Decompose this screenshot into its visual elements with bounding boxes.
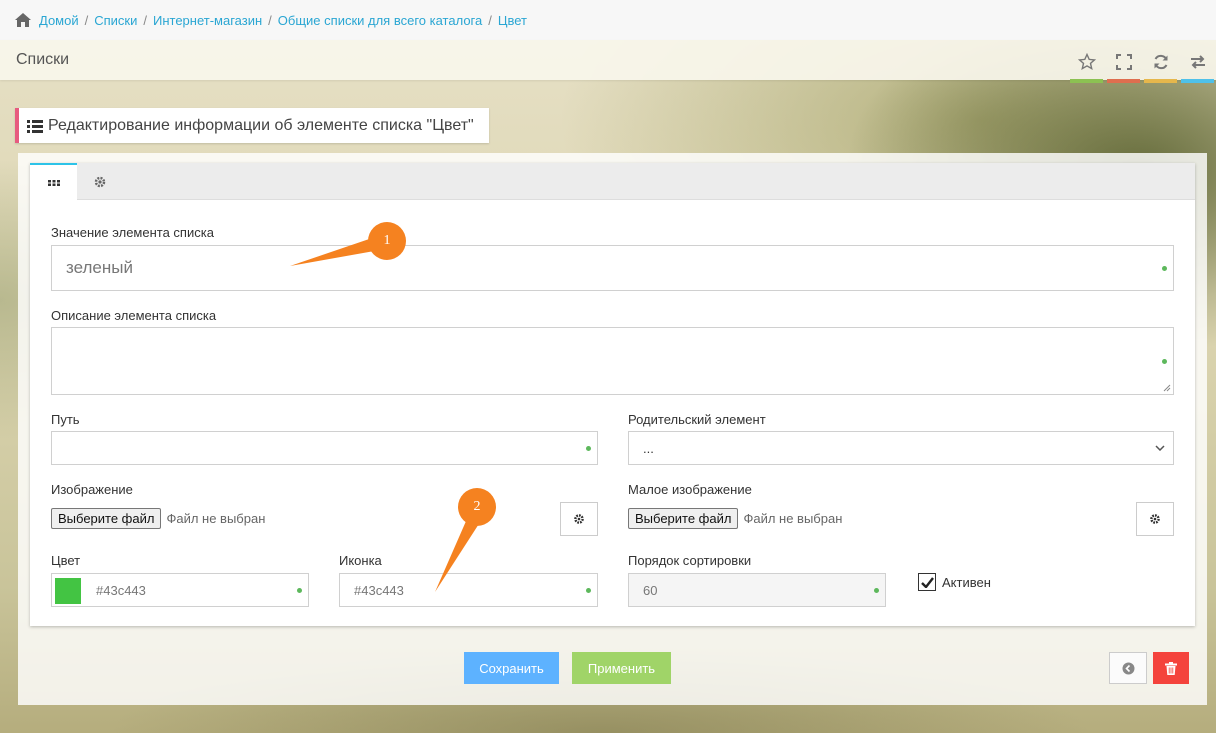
swap-button[interactable] xyxy=(1179,40,1216,83)
description-label: Описание элемента списка xyxy=(51,308,217,323)
path-label: Путь xyxy=(51,412,80,427)
breadcrumb-separator: / xyxy=(143,12,147,28)
image-label: Изображение xyxy=(51,482,133,497)
section-caption-text: Редактирование информации об элементе сп… xyxy=(48,116,474,134)
small-image-settings-button[interactable] xyxy=(1136,502,1174,536)
image-choose-file-button[interactable]: Выберите файл xyxy=(51,508,162,529)
settings-tab-icon xyxy=(94,176,106,187)
gear-icon xyxy=(1150,514,1160,524)
gear-icon xyxy=(574,514,584,524)
breadcrumb-color[interactable]: Цвет xyxy=(498,13,527,28)
main-tab-icon xyxy=(47,180,60,186)
list-icon xyxy=(27,119,43,133)
page-header: Списки xyxy=(0,40,1216,80)
parent-label: Родительский элемент xyxy=(628,412,766,427)
active-checkbox[interactable]: Активен xyxy=(918,573,991,591)
small-image-no-file-text: Файл не выбран xyxy=(743,511,843,526)
arrow-left-circle-icon xyxy=(1122,662,1134,674)
breadcrumb: Домой / Списки / Интернет-магазин / Общи… xyxy=(0,0,1216,40)
checkmark-icon xyxy=(920,576,934,588)
icon-input-text: #43c443 xyxy=(354,582,404,598)
color-input-text: #43c443 xyxy=(96,582,146,598)
star-icon xyxy=(1077,52,1096,70)
valid-dot xyxy=(586,587,591,593)
color-swatch[interactable] xyxy=(55,578,81,604)
value-label: Значение элемента списка xyxy=(51,225,214,240)
value-input-text: зеленый xyxy=(66,258,133,277)
icon-label: Иконка xyxy=(339,553,382,568)
small-image-file-input: Выберите файл Файл не выбран xyxy=(628,508,842,529)
breadcrumb-common-lists[interactable]: Общие списки для всего каталога xyxy=(278,13,482,28)
valid-dot xyxy=(586,445,591,451)
chevron-down-icon xyxy=(1155,445,1165,451)
breadcrumb-separator: / xyxy=(268,12,272,28)
image-no-file-text: Файл не выбран xyxy=(166,511,266,526)
breadcrumb-shop[interactable]: Интернет-магазин xyxy=(153,13,262,28)
active-checkbox-box[interactable] xyxy=(918,573,936,591)
apply-button[interactable]: Применить xyxy=(572,652,671,684)
small-image-choose-file-button[interactable]: Выберите файл xyxy=(628,508,739,529)
icon-input[interactable]: #43c443 xyxy=(339,573,598,607)
image-file-input: Выберите файл Файл не выбран xyxy=(51,508,265,529)
value-input[interactable]: зеленый xyxy=(51,245,1174,291)
valid-dot xyxy=(874,587,879,593)
home-icon[interactable] xyxy=(15,13,31,27)
refresh-button[interactable] xyxy=(1142,40,1179,83)
fullscreen-button[interactable] xyxy=(1105,40,1142,83)
trash-icon xyxy=(1165,661,1177,675)
valid-dot xyxy=(297,587,302,593)
save-button[interactable]: Сохранить xyxy=(464,652,559,684)
annotation-badge-1: 1 xyxy=(368,222,406,260)
breadcrumb-separator: / xyxy=(488,12,492,28)
exchange-icon xyxy=(1190,54,1205,69)
favorite-button[interactable] xyxy=(1068,40,1105,83)
sort-input[interactable]: 60 xyxy=(628,573,886,607)
page-title: Списки xyxy=(16,51,70,68)
parent-select-value: ... xyxy=(643,440,654,456)
small-image-label: Малое изображение xyxy=(628,482,752,497)
sort-input-text: 60 xyxy=(643,582,658,598)
color-input[interactable]: #43c443 xyxy=(51,573,309,607)
expand-icon xyxy=(1115,53,1132,70)
valid-dot xyxy=(1162,265,1167,271)
tab-bar xyxy=(30,163,1195,201)
active-label: Активен xyxy=(942,574,991,590)
tab-main[interactable] xyxy=(30,163,77,201)
back-button[interactable] xyxy=(1109,652,1147,684)
image-settings-button[interactable] xyxy=(560,502,598,536)
path-input[interactable] xyxy=(51,431,598,465)
parent-select[interactable]: ... xyxy=(628,431,1174,465)
sort-label: Порядок сортировки xyxy=(628,553,752,568)
section-caption: Редактирование информации об элементе сп… xyxy=(15,108,489,143)
color-label: Цвет xyxy=(51,553,81,568)
tab-settings[interactable] xyxy=(77,163,123,200)
description-textarea[interactable] xyxy=(51,327,1174,395)
refresh-icon xyxy=(1154,54,1167,69)
breadcrumb-lists[interactable]: Списки xyxy=(94,13,137,28)
header-buttons xyxy=(1068,40,1216,83)
breadcrumb-home[interactable]: Домой xyxy=(39,13,79,28)
valid-dot xyxy=(1162,359,1167,364)
delete-button[interactable] xyxy=(1153,652,1189,684)
annotation-badge-2: 2 xyxy=(458,488,496,526)
breadcrumb-separator: / xyxy=(84,12,89,28)
resize-grip-icon[interactable] xyxy=(1163,384,1171,392)
